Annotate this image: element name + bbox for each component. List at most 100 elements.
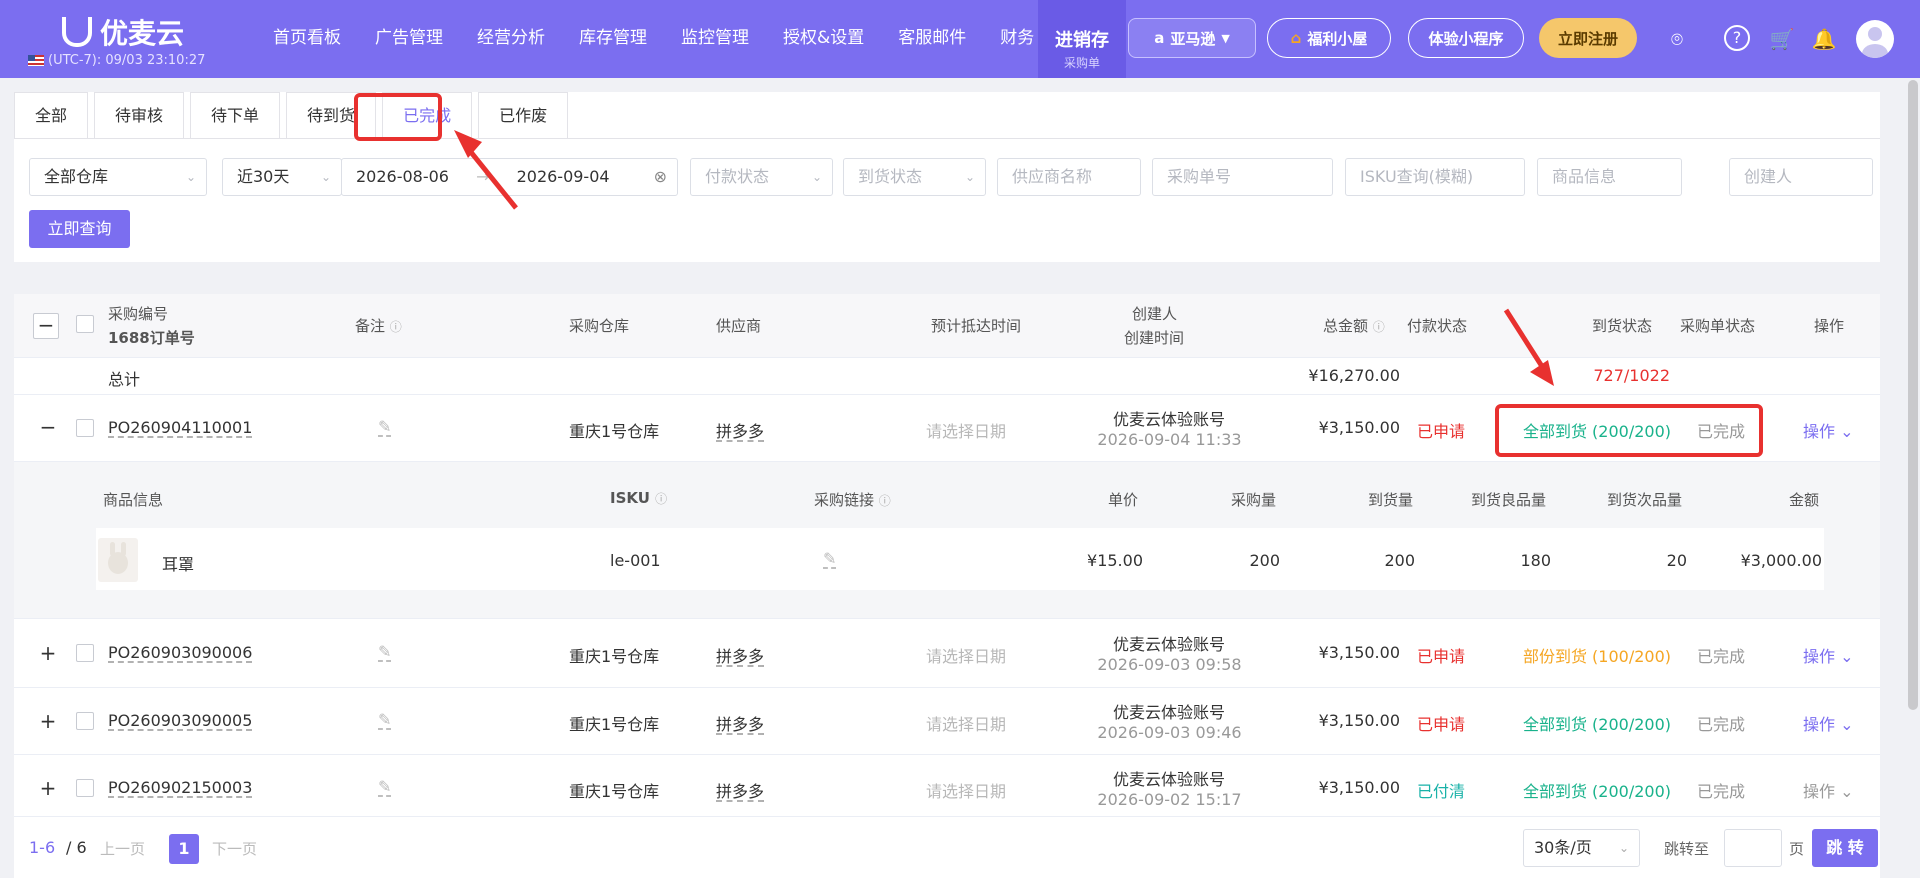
sub-col-link-label: 采购链接 — [814, 491, 875, 509]
row-supplier[interactable]: 拼多多 — [716, 778, 764, 802]
nav-monitor[interactable]: 监控管理 — [664, 0, 766, 78]
row-action-menu[interactable]: 操作 ⌄ — [1803, 778, 1854, 802]
isku-input[interactable]: ISKU查询(模糊) — [1345, 158, 1525, 196]
collapse-all-toggle[interactable]: − — [33, 313, 59, 339]
row-arrival-status: 全部到货 (200/200) — [1522, 782, 1671, 801]
mini-program-button[interactable]: 体验小程序 — [1408, 18, 1524, 58]
nav-email[interactable]: 客服邮件 — [881, 0, 983, 78]
row-total: ¥3,150.00 — [1318, 778, 1400, 797]
brand-name: 优麦云 — [100, 17, 185, 50]
po-number-link[interactable]: PO260904110001 — [108, 418, 252, 437]
edit-note-icon[interactable]: ✎ — [378, 417, 391, 436]
product-input[interactable]: 商品信息 — [1537, 158, 1682, 196]
row-expand-toggle[interactable]: + — [35, 641, 61, 667]
date-range-select[interactable]: 近30天 ⌄ — [222, 158, 342, 196]
jump-button[interactable]: 跳 转 — [1812, 829, 1878, 867]
tab-all[interactable]: 全部 — [14, 92, 89, 138]
nav-analysis[interactable]: 经营分析 — [460, 0, 562, 78]
row-eta[interactable]: 请选择日期 — [926, 418, 1006, 442]
row-created: 2026-09-03 09:58 — [1097, 655, 1242, 674]
query-button[interactable]: 立即查询 — [29, 210, 130, 248]
tabs-divider — [14, 138, 1880, 139]
row-created: 2026-09-02 15:17 — [1097, 790, 1242, 809]
row-expand-toggle[interactable]: + — [35, 776, 61, 802]
col-total-label: 总金额 — [1323, 317, 1369, 335]
row-collapse-toggle[interactable]: − — [35, 415, 61, 441]
creator-input[interactable]: 创建人 — [1729, 158, 1873, 196]
po-number-input[interactable]: 采购单号 — [1152, 158, 1333, 196]
table-row[interactable]: + PO260902150003 ✎ 重庆1号仓库 拼多多 请选择日期 优麦云体… — [14, 755, 1880, 817]
edit-note-icon[interactable]: ✎ — [378, 710, 391, 729]
cart-icon[interactable]: 🛒 — [1768, 25, 1796, 53]
per-page-select[interactable]: 30条/页 ⌄ — [1523, 829, 1640, 867]
next-page-button[interactable]: 下一页 — [212, 838, 257, 859]
sub-col-defect: 到货次品量 — [1607, 491, 1683, 509]
us-flag-icon — [28, 55, 44, 66]
help-icon[interactable]: ? — [1724, 25, 1750, 51]
row-supplier[interactable]: 拼多多 — [716, 418, 764, 442]
nav-settings[interactable]: 授权&设置 — [766, 0, 881, 78]
edit-link-icon[interactable]: ✎ — [823, 549, 836, 568]
select-all-checkbox[interactable] — [76, 315, 94, 333]
nav-purchase-sales-stock[interactable]: 进销存 采购单 — [1038, 0, 1126, 78]
ai-assistant-icon[interactable]: ⌾ — [1663, 25, 1691, 53]
register-button[interactable]: 立即注册 — [1539, 18, 1637, 58]
table-row[interactable]: + PO260903090006 ✎ 重庆1号仓库 拼多多 请选择日期 优麦云体… — [14, 620, 1880, 688]
col-po-sub: 1688订单号 — [108, 329, 195, 347]
po-number-link[interactable]: PO260902150003 — [108, 778, 252, 797]
clear-icon[interactable]: ⊗ — [654, 159, 667, 195]
logo-mark-icon — [62, 17, 92, 47]
tab-voided[interactable]: 已作废 — [478, 92, 569, 138]
page-number-current[interactable]: 1 — [169, 834, 199, 864]
row-eta[interactable]: 请选择日期 — [926, 778, 1006, 802]
arrival-status-select[interactable]: 到货状态 ⌄ — [843, 158, 986, 196]
main-nav: 首页看板 广告管理 经营分析 库存管理 监控管理 授权&设置 客服邮件 财务 — [256, 0, 1051, 78]
chevron-down-icon: ⌄ — [185, 170, 196, 184]
nav-inventory[interactable]: 库存管理 — [562, 0, 664, 78]
row-creator: 优麦云体验账号 — [1112, 410, 1225, 429]
row-checkbox[interactable] — [76, 644, 94, 662]
row-action-menu[interactable]: 操作 ⌄ — [1803, 643, 1854, 667]
page-scrollbar[interactable] — [1908, 80, 1918, 710]
tab-pending-review[interactable]: 待审核 — [94, 92, 185, 138]
po-number-link[interactable]: PO260903090006 — [108, 643, 252, 662]
row-arrival-status: 全部到货 (200/200) — [1522, 715, 1671, 734]
row-action-menu[interactable]: 操作 ⌄ — [1803, 418, 1854, 442]
row-checkbox[interactable] — [76, 419, 94, 437]
avatar[interactable] — [1856, 20, 1894, 58]
item-amount: ¥3,000.00 — [1740, 551, 1822, 570]
edit-note-icon[interactable]: ✎ — [378, 777, 391, 796]
prev-page-button[interactable]: 上一页 — [100, 838, 145, 859]
row-action-menu[interactable]: 操作 ⌄ — [1803, 711, 1854, 735]
welfare-button[interactable]: ⌂ 福利小屋 — [1267, 18, 1391, 58]
payment-status-select[interactable]: 付款状态 ⌄ — [690, 158, 833, 196]
table-row[interactable]: + PO260903090005 ✎ 重庆1号仓库 拼多多 请选择日期 优麦云体… — [14, 688, 1880, 755]
marketplace-select[interactable]: a 亚马逊 ▼ — [1128, 18, 1256, 58]
col-eta: 预计抵达时间 — [931, 317, 1022, 335]
row-eta[interactable]: 请选择日期 — [926, 711, 1006, 735]
warehouse-select[interactable]: 全部仓库 ⌄ — [29, 158, 207, 196]
row-supplier[interactable]: 拼多多 — [716, 711, 764, 735]
supplier-input[interactable]: 供应商名称 — [997, 158, 1141, 196]
po-number-link[interactable]: PO260903090005 — [108, 711, 252, 730]
tab-pending-order[interactable]: 待下单 — [190, 92, 281, 138]
row-eta[interactable]: 请选择日期 — [926, 643, 1006, 667]
row-checkbox[interactable] — [76, 779, 94, 797]
nav-dashboard[interactable]: 首页看板 — [256, 0, 358, 78]
item-defect: 20 — [1666, 551, 1687, 570]
sub-col-amount: 金额 — [1789, 491, 1820, 509]
row-pay-status: 已付清 — [1417, 782, 1466, 801]
row-supplier[interactable]: 拼多多 — [716, 643, 764, 667]
row-expand-toggle[interactable]: + — [35, 709, 61, 735]
col-warehouse: 采购仓库 — [569, 317, 630, 335]
row-checkbox[interactable] — [76, 712, 94, 730]
product-thumbnail[interactable] — [98, 538, 138, 582]
summary-row: 总计 ¥16,270.00 727/1022 — [14, 358, 1880, 395]
edit-note-icon[interactable]: ✎ — [378, 642, 391, 661]
nav-ads[interactable]: 广告管理 — [358, 0, 460, 78]
date-range-picker[interactable]: 2026-08-06 → 2026-09-04 ⊗ — [341, 158, 678, 196]
brand-logo[interactable]: 优麦云 — [62, 12, 184, 52]
jump-page-input[interactable] — [1724, 829, 1782, 867]
bell-icon[interactable]: 🔔 — [1810, 25, 1838, 53]
page-unit-label: 页 — [1789, 840, 1805, 858]
